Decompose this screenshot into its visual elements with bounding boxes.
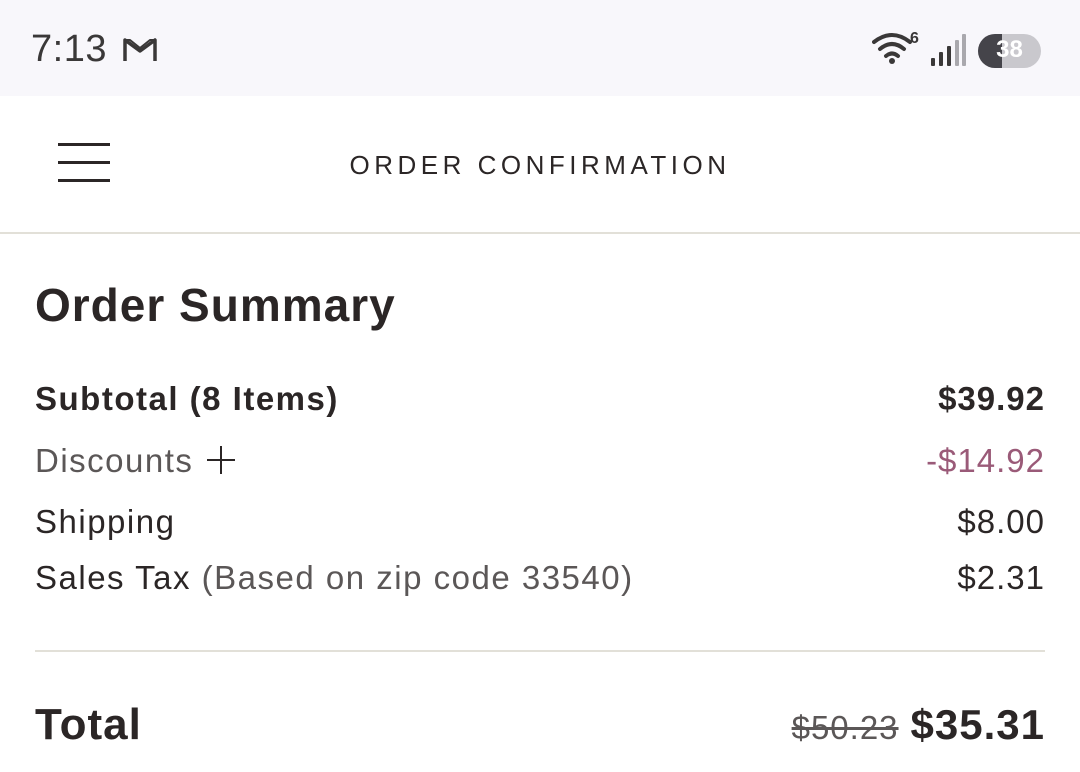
wifi-icon [872, 33, 912, 64]
wifi-badge: 6 [910, 30, 919, 47]
sales-tax-note: (Based on zip code 33540) [201, 559, 634, 596]
summary-divider [35, 650, 1045, 652]
sales-tax-value: $2.31 [957, 559, 1045, 596]
battery-indicator: 38 [978, 34, 1041, 68]
summary-heading: Order Summary [35, 279, 396, 331]
app-header: ORDER CONFIRMATION [0, 96, 1080, 234]
gmail-icon [123, 38, 157, 61]
discounts-label: Discounts [35, 442, 236, 480]
total-values: $50.23 $35.31 [792, 701, 1045, 749]
discounts-row[interactable]: Discounts -$14.92 [35, 442, 1045, 486]
total-label: Total [35, 700, 142, 749]
sales-tax-label: Sales Tax (Based on zip code 33540) [35, 559, 634, 597]
shipping-label: Shipping [35, 503, 176, 540]
plus-icon[interactable] [207, 446, 236, 474]
page-title: ORDER CONFIRMATION [349, 150, 731, 180]
subtotal-label: Subtotal (8 Items) [35, 380, 339, 417]
original-total: $50.23 [791, 709, 899, 746]
status-bar: 7:13 6 38 [0, 0, 1080, 96]
battery-level: 38 [996, 36, 1023, 63]
status-time: 7:13 [31, 28, 107, 70]
subtotal-row: Subtotal (8 Items) $39.92 [35, 380, 1045, 424]
final-total: $35.31 [910, 701, 1045, 748]
discounts-value: -$14.92 [926, 442, 1045, 479]
subtotal-value: $39.92 [938, 380, 1045, 417]
shipping-value: $8.00 [957, 503, 1045, 540]
sales-tax-row: Sales Tax (Based on zip code 33540) $2.3… [35, 559, 1045, 603]
sales-tax-label-text: Sales Tax [35, 559, 191, 596]
signal-icon [931, 34, 966, 66]
discounts-label-text: Discounts [35, 442, 194, 479]
shipping-row: Shipping $8.00 [35, 503, 1045, 547]
